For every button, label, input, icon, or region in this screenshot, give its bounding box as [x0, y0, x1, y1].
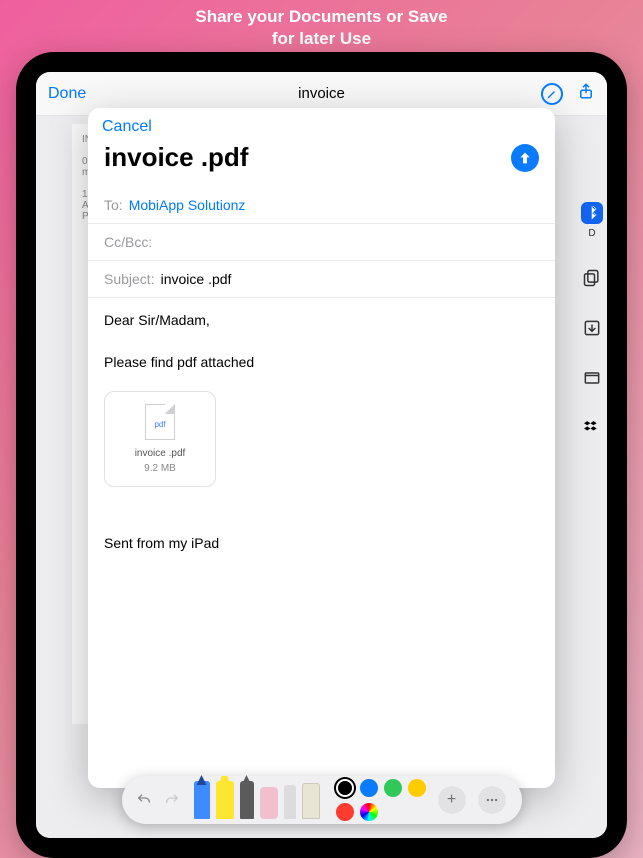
ruler-tool[interactable] — [302, 783, 320, 819]
markup-toolbar: + — [122, 776, 522, 824]
color-blue[interactable] — [360, 779, 378, 797]
file-ext: pdf — [146, 419, 174, 431]
attachment-name: invoice .pdf — [113, 446, 207, 461]
signature: Sent from my iPad — [104, 533, 539, 554]
redo-button[interactable] — [162, 790, 182, 810]
copy-icon[interactable] — [581, 267, 603, 289]
body-line: Please find pdf attached — [104, 352, 539, 373]
subject-label: Subject: — [104, 271, 155, 287]
ipad-frame: Done invoice IN01mi12AnPo D — [16, 52, 627, 858]
dropbox-icon[interactable] — [581, 417, 603, 439]
promo-line2: for later Use — [0, 28, 643, 50]
ipad-screen: Done invoice IN01mi12AnPo D — [36, 72, 607, 838]
undo-button[interactable] — [134, 790, 154, 810]
color-yellow[interactable] — [408, 779, 426, 797]
lasso-tool[interactable] — [284, 785, 296, 819]
pencil-tool[interactable] — [240, 781, 254, 819]
color-green[interactable] — [384, 779, 402, 797]
more-button[interactable] — [478, 786, 506, 814]
markup-icon[interactable] — [541, 83, 563, 105]
ccbcc-label: Cc/Bcc: — [104, 234, 152, 250]
to-label: To: — [104, 197, 123, 213]
attachment[interactable]: pdf invoice .pdf 9.2 MB — [104, 391, 216, 487]
pen-tool[interactable] — [194, 781, 210, 819]
window-icon[interactable] — [581, 367, 603, 389]
promo-line1: Share your Documents or Save — [0, 6, 643, 28]
compose-title: invoice .pdf — [104, 142, 248, 173]
bluetooth-icon[interactable] — [581, 202, 603, 224]
bluetooth-label: D — [588, 228, 595, 239]
subject-value: invoice .pdf — [161, 271, 232, 287]
share-icon[interactable] — [577, 80, 595, 107]
mail-compose-sheet: Cancel invoice .pdf To: MobiApp Solution… — [88, 108, 555, 788]
add-button[interactable]: + — [438, 786, 466, 814]
eraser-tool[interactable] — [260, 787, 278, 819]
file-icon: pdf — [145, 404, 175, 440]
message-body[interactable]: Dear Sir/Madam, Please find pdf attached… — [88, 298, 555, 788]
marker-tool[interactable] — [216, 781, 234, 819]
color-red[interactable] — [336, 803, 354, 821]
share-options-strip: D — [577, 192, 607, 449]
attachment-size: 9.2 MB — [113, 461, 207, 476]
save-icon[interactable] — [581, 317, 603, 339]
tool-group — [194, 781, 320, 819]
subject-field[interactable]: Subject: invoice .pdf — [88, 261, 555, 298]
app-title: invoice — [36, 85, 607, 102]
color-picker-icon[interactable] — [360, 803, 378, 821]
ccbcc-field[interactable]: Cc/Bcc: — [88, 224, 555, 261]
body-greeting: Dear Sir/Madam, — [104, 310, 539, 331]
color-palette — [336, 779, 426, 821]
promo-banner: Share your Documents or Save for later U… — [0, 0, 643, 50]
to-value: MobiApp Solutionz — [129, 197, 246, 213]
to-field[interactable]: To: MobiApp Solutionz — [88, 187, 555, 224]
color-black[interactable] — [336, 779, 354, 797]
cancel-button[interactable]: Cancel — [102, 118, 152, 136]
send-button[interactable] — [511, 144, 539, 172]
